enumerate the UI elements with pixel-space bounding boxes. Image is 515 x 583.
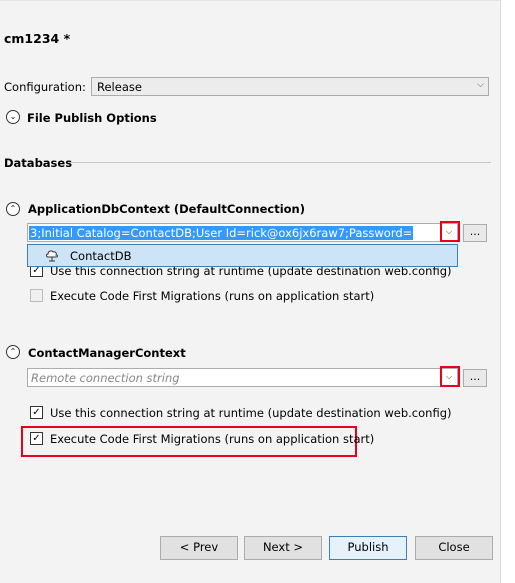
top-border — [0, 0, 500, 1]
close-button[interactable]: Close — [415, 536, 493, 560]
app-db-context-header: ApplicationDbContext (DefaultConnection) — [28, 202, 305, 216]
contact-mgr-code-first-checkbox[interactable]: ✓ — [30, 432, 43, 445]
contact-mgr-context-header: ContactManagerContext — [28, 346, 186, 360]
page-title: cm1234 * — [4, 31, 71, 46]
contact-mgr-use-runtime-label: Use this connection string at runtime (u… — [50, 406, 452, 420]
contact-mgr-use-runtime-checkbox[interactable]: ✓ — [30, 406, 43, 419]
databases-header: Databases — [4, 156, 73, 170]
highlight-box-dropdown — [440, 366, 460, 387]
connection-dropdown-list[interactable]: ContactDB — [27, 244, 458, 267]
app-db-browse-button[interactable]: ... — [463, 224, 487, 242]
contact-mgr-connection-placeholder[interactable]: Remote connection string — [31, 371, 439, 385]
prev-button[interactable]: < Prev — [160, 536, 238, 560]
scrollbar-area[interactable] — [500, 0, 515, 583]
app-db-code-first-label: Execute Code First Migrations (runs on a… — [50, 289, 375, 303]
configuration-label: Configuration: — [4, 80, 86, 94]
app-db-code-first-checkbox — [30, 289, 43, 302]
collapse-icon[interactable]: ⌃ — [6, 202, 20, 216]
app-db-connection-string[interactable]: 3;Initial Catalog=ContactDB;User Id=rick… — [29, 226, 414, 240]
expand-icon[interactable]: ⌄ — [6, 110, 20, 124]
file-publish-options-header[interactable]: File Publish Options — [27, 111, 157, 125]
configuration-select[interactable]: Release ⌵ — [91, 77, 489, 96]
app-db-connection-combo[interactable]: 3;Initial Catalog=ContactDB;User Id=rick… — [27, 223, 458, 242]
contact-mgr-code-first-label: Execute Code First Migrations (runs on a… — [50, 432, 375, 446]
contact-mgr-connection-combo[interactable]: Remote connection string ⌵ — [27, 368, 458, 387]
highlight-box-dropdown — [440, 221, 460, 242]
contact-mgr-browse-button[interactable]: ... — [463, 369, 487, 387]
next-button[interactable]: Next > — [244, 536, 322, 560]
publish-button[interactable]: Publish — [329, 536, 407, 560]
database-icon — [46, 250, 58, 262]
dropdown-item-contactdb[interactable]: ContactDB — [70, 249, 132, 263]
configuration-value: Release — [97, 80, 142, 94]
chevron-down-icon: ⌵ — [477, 80, 484, 90]
collapse-icon[interactable]: ⌃ — [6, 345, 20, 359]
databases-divider — [68, 162, 491, 163]
